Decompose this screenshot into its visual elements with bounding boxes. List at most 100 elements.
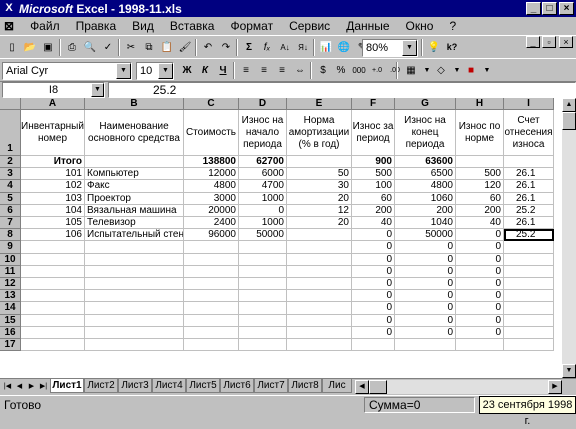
menu-data[interactable]: Данные [338, 19, 397, 33]
table-cell[interactable] [85, 314, 184, 327]
italic-button[interactable]: К [196, 62, 214, 79]
table-cell[interactable]: 60 [456, 192, 504, 205]
table-cell[interactable]: 26.1 [504, 192, 554, 205]
font-select[interactable]: Arial Cyr ▼ [2, 62, 132, 80]
table-cell[interactable]: 25.2 [504, 229, 554, 242]
table-cell[interactable] [184, 339, 239, 352]
table-cell[interactable] [184, 265, 239, 278]
table-cell[interactable]: 1040 [395, 217, 456, 230]
sort-descending-icon[interactable]: Я↓ [294, 39, 312, 56]
bold-button[interactable]: Ж [178, 62, 196, 79]
table-cell[interactable] [504, 265, 554, 278]
next-sheet-icon[interactable]: ▶ [26, 381, 37, 393]
row-header[interactable]: 7 [0, 217, 21, 230]
table-cell[interactable]: 26.1 [504, 217, 554, 230]
menu-file[interactable]: Файл [22, 19, 68, 33]
save-icon[interactable]: ▣ [39, 39, 57, 56]
table-cell[interactable] [287, 314, 352, 327]
vertical-scrollbar[interactable]: ▲ ▼ [562, 98, 576, 378]
menu-format[interactable]: Формат [222, 19, 281, 33]
table-cell[interactable]: 1000 [239, 217, 287, 230]
table-cell[interactable]: 0 [456, 314, 504, 327]
table-cell[interactable]: 4800 [395, 180, 456, 193]
menu-tools[interactable]: Сервис [281, 19, 338, 33]
table-cell[interactable]: Вязальная машина [85, 204, 184, 217]
column-header[interactable]: I [504, 98, 554, 110]
table-cell[interactable]: 1000 [239, 192, 287, 205]
table-cell[interactable] [287, 302, 352, 315]
sheet-tab[interactable]: Лист2 [84, 379, 118, 393]
autosum-icon[interactable]: Σ [240, 39, 258, 56]
table-cell[interactable]: 0 [456, 326, 504, 339]
close-button[interactable]: × [559, 2, 574, 15]
table-cell[interactable] [504, 253, 554, 266]
table-cell[interactable]: 0 [456, 278, 504, 291]
table-cell[interactable] [184, 314, 239, 327]
table-cell[interactable]: 20000 [184, 204, 239, 217]
table-cell[interactable] [239, 326, 287, 339]
help-icon[interactable]: k? [443, 39, 461, 56]
table-cell[interactable] [184, 278, 239, 291]
row-header[interactable]: 17 [0, 339, 21, 352]
menu-window[interactable]: Окно [398, 19, 442, 33]
scroll-up-icon[interactable]: ▲ [562, 98, 576, 112]
table-cell[interactable] [239, 265, 287, 278]
table-cell[interactable] [21, 339, 85, 352]
thousands-button[interactable]: 000 [350, 62, 368, 79]
table-cell[interactable] [85, 265, 184, 278]
header-cell[interactable]: Наименование основного средства [85, 110, 184, 156]
table-cell[interactable] [287, 156, 352, 169]
table-cell[interactable]: 500 [456, 168, 504, 181]
undo-icon[interactable]: ↶ [199, 39, 217, 56]
formula-input[interactable]: 25.2 [108, 82, 576, 98]
sheet-tab[interactable]: Лист7 [254, 379, 288, 393]
open-icon[interactable]: 📂 [21, 39, 39, 56]
maximize-button[interactable]: □ [542, 2, 557, 15]
scroll-thumb[interactable] [369, 380, 387, 394]
column-header[interactable]: A [21, 98, 85, 110]
row-header[interactable]: 16 [0, 326, 21, 339]
table-cell[interactable] [287, 326, 352, 339]
table-cell[interactable]: 0 [352, 241, 395, 254]
select-all-corner[interactable] [0, 98, 21, 110]
table-cell[interactable]: 0 [395, 253, 456, 266]
table-cell[interactable] [504, 278, 554, 291]
table-cell[interactable]: 12000 [184, 168, 239, 181]
table-cell[interactable] [287, 241, 352, 254]
table-cell[interactable]: 25.2 [504, 204, 554, 217]
function-wizard-icon[interactable]: fₓ [258, 39, 276, 56]
table-cell[interactable]: 200 [352, 204, 395, 217]
table-cell[interactable] [504, 241, 554, 254]
table-cell[interactable]: 0 [456, 253, 504, 266]
scroll-thumb[interactable] [562, 112, 576, 130]
table-cell[interactable]: 200 [456, 204, 504, 217]
chevron-down-icon[interactable]: ▼ [116, 63, 131, 79]
table-cell[interactable]: 0 [239, 204, 287, 217]
table-cell[interactable]: 0 [352, 314, 395, 327]
scroll-left-icon[interactable]: ◀ [355, 380, 369, 394]
table-cell[interactable]: 0 [352, 290, 395, 303]
sheet-tab[interactable]: Лист8 [288, 379, 322, 393]
table-cell[interactable]: 0 [395, 302, 456, 315]
sort-ascending-icon[interactable]: A↓ [276, 39, 294, 56]
table-cell[interactable] [239, 278, 287, 291]
column-header[interactable]: C [184, 98, 239, 110]
table-cell[interactable]: 96000 [184, 229, 239, 242]
table-cell[interactable]: 100 [352, 180, 395, 193]
table-cell[interactable]: Испытательный стенд [85, 229, 184, 242]
table-cell[interactable]: 0 [456, 229, 504, 242]
table-cell[interactable]: 0 [456, 290, 504, 303]
row-header[interactable]: 15 [0, 314, 21, 327]
table-cell[interactable]: 1060 [395, 192, 456, 205]
sheet-tab[interactable]: Лист1 [50, 379, 84, 393]
table-cell[interactable]: 0 [456, 265, 504, 278]
row-header[interactable]: 11 [0, 265, 21, 278]
table-cell[interactable] [85, 156, 184, 169]
align-left-icon[interactable]: ≡ [237, 62, 255, 79]
table-cell[interactable] [85, 339, 184, 352]
table-cell[interactable]: 2400 [184, 217, 239, 230]
column-header[interactable]: H [456, 98, 504, 110]
sheet-tab[interactable]: Лист3 [118, 379, 152, 393]
table-cell[interactable] [85, 278, 184, 291]
increase-decimal-icon[interactable]: +.0 [368, 62, 386, 79]
